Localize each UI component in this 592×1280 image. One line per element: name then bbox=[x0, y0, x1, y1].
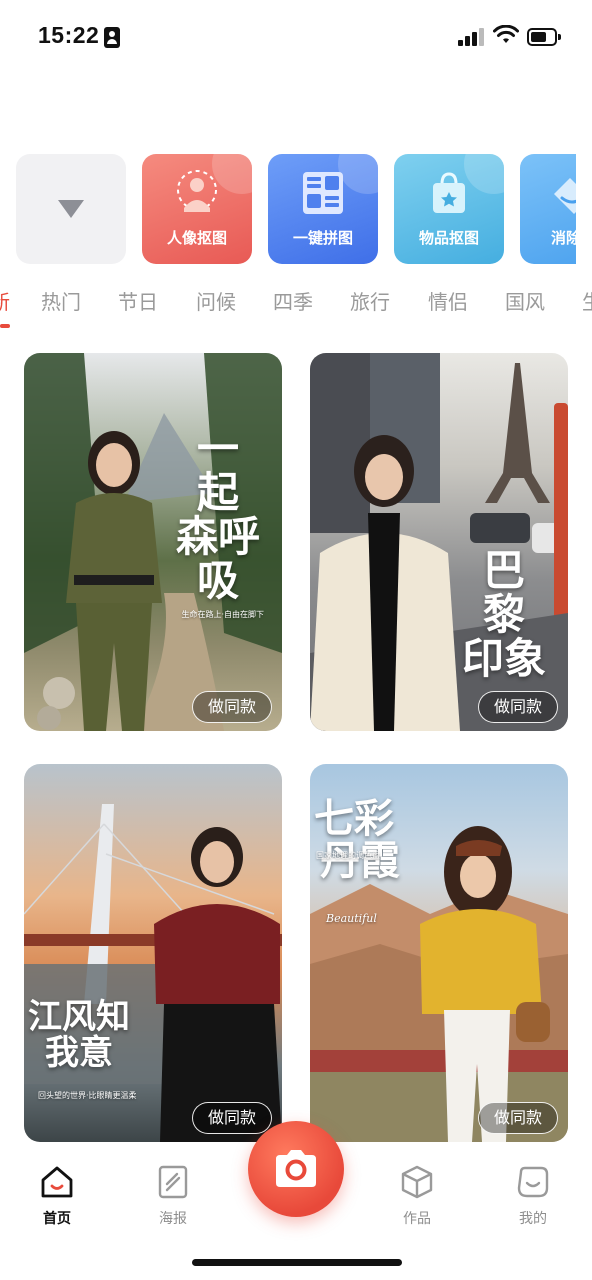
tab-new[interactable]: 新 bbox=[0, 286, 10, 315]
tab-couple[interactable]: 情侣 bbox=[428, 286, 468, 315]
nav-label: 首页 bbox=[43, 1211, 71, 1227]
tool-auto-collage[interactable]: 一键拼图 bbox=[268, 154, 378, 264]
camera-button[interactable] bbox=[248, 1121, 344, 1217]
portrait-lock-icon bbox=[104, 27, 120, 48]
tab-hot[interactable]: 热门 bbox=[41, 286, 81, 315]
tab-seasons[interactable]: 四季 bbox=[273, 286, 313, 315]
battery-icon bbox=[527, 28, 561, 46]
profile-icon bbox=[517, 1166, 549, 1198]
template-card[interactable]: 巴 黎 印象 做同款 bbox=[310, 353, 568, 731]
card-title: 江风知 我意 bbox=[28, 997, 130, 1073]
tool-portrait-cutout[interactable]: 人像抠图 bbox=[142, 154, 252, 264]
tab-travel[interactable]: 旅行 bbox=[350, 286, 390, 315]
make-same-button[interactable]: 做同款 bbox=[192, 691, 272, 723]
template-photo bbox=[24, 804, 282, 1142]
tool-object-cutout[interactable]: 物品抠图 bbox=[394, 154, 504, 264]
active-tab-indicator bbox=[0, 324, 10, 328]
tools-row: 人像抠图 一键拼图 物品抠图 消除 bbox=[16, 154, 576, 266]
wifi-icon bbox=[493, 25, 519, 43]
nav-works[interactable]: 作品 bbox=[382, 1164, 452, 1228]
card-title: 一 起 森呼 吸 bbox=[175, 424, 260, 606]
card-subtitle: 国家地理的调色盘 bbox=[316, 851, 380, 860]
make-same-button[interactable]: 做同款 bbox=[192, 1102, 272, 1134]
make-same-button[interactable]: 做同款 bbox=[478, 691, 558, 723]
tool-label: 人像抠图 bbox=[166, 229, 227, 247]
nav-label: 我的 bbox=[519, 1211, 547, 1227]
nav-poster[interactable]: 海报 bbox=[138, 1164, 208, 1228]
tab-greeting[interactable]: 问候 bbox=[196, 286, 236, 315]
category-tabs: 新 热门 节日 问候 四季 旅行 情侣 国风 生 bbox=[0, 280, 592, 330]
card-subtitle: 回头望的世界·比眼睛更温柔 bbox=[38, 1091, 137, 1100]
nav-label: 作品 bbox=[403, 1211, 431, 1227]
portrait-icon bbox=[177, 170, 217, 212]
tool-label: 物品抠图 bbox=[418, 229, 479, 247]
make-same-button[interactable]: 做同款 bbox=[478, 1102, 558, 1134]
collage-icon bbox=[303, 172, 343, 214]
card-subtitle: 生命在路上·自由在脚下 bbox=[181, 610, 264, 619]
tab-festival[interactable]: 节日 bbox=[118, 286, 158, 315]
tool-erase[interactable]: 消除 bbox=[520, 154, 576, 264]
template-card[interactable]: 一 起 森呼 吸 生命在路上·自由在脚下 做同款 bbox=[24, 353, 282, 731]
card-title: 巴 黎 印象 bbox=[461, 546, 546, 684]
tool-label: 消除 bbox=[551, 229, 576, 247]
triangle-down-icon bbox=[58, 200, 84, 218]
nav-label: 海报 bbox=[159, 1211, 187, 1227]
nav-profile[interactable]: 我的 bbox=[498, 1164, 568, 1228]
cellular-signal-icon bbox=[458, 28, 486, 46]
home-indicator bbox=[192, 1259, 402, 1266]
works-icon bbox=[401, 1165, 433, 1199]
status-bar: 15:22 bbox=[0, 0, 592, 76]
camera-icon bbox=[276, 1150, 316, 1187]
card-title: 七彩 丹霞 bbox=[314, 795, 400, 884]
template-card[interactable]: 江风知 我意 回头望的世界·比眼睛更温柔 做同款 bbox=[24, 764, 282, 1142]
shopping-bag-icon bbox=[433, 172, 465, 213]
home-icon bbox=[41, 1166, 73, 1198]
card-script-text: Beautiful bbox=[326, 912, 377, 925]
poster-icon bbox=[158, 1165, 188, 1199]
template-card[interactable]: 七彩 丹霞 国家地理的调色盘 Beautiful 做同款 bbox=[310, 764, 568, 1142]
tools-expand-button[interactable] bbox=[16, 154, 126, 264]
tab-guofeng[interactable]: 国风 bbox=[505, 286, 545, 315]
eraser-icon bbox=[554, 178, 576, 214]
tool-label: 一键拼图 bbox=[292, 229, 353, 247]
status-time: 15:22 bbox=[38, 22, 100, 48]
tab-more[interactable]: 生 bbox=[582, 286, 592, 315]
nav-home[interactable]: 首页 bbox=[22, 1164, 92, 1228]
